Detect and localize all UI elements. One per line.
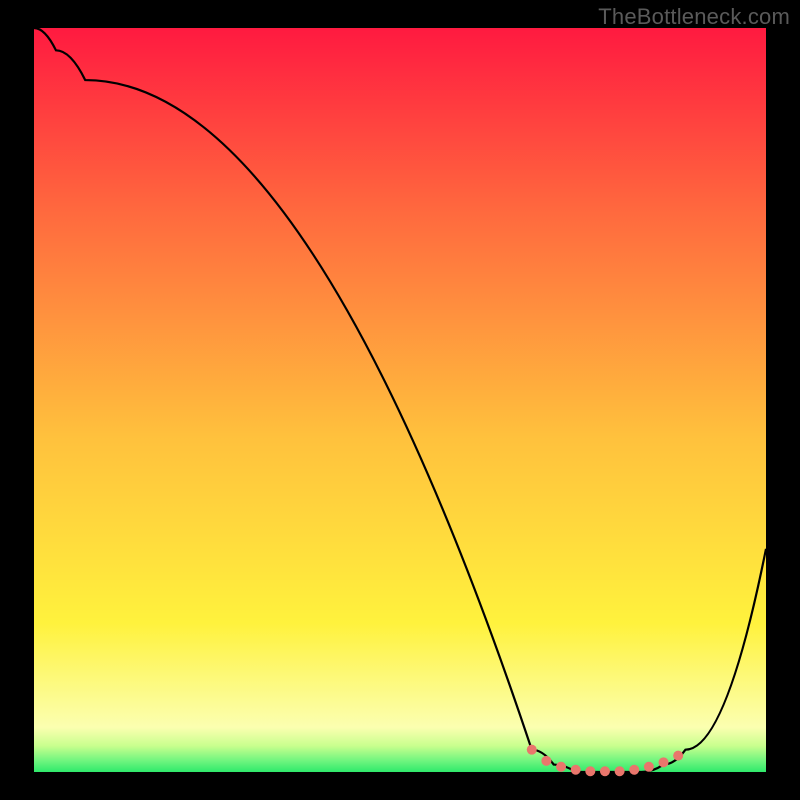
optimal-marker	[541, 756, 551, 766]
optimal-marker	[585, 766, 595, 776]
optimal-marker	[556, 762, 566, 772]
chart-frame: TheBottleneck.com	[0, 0, 800, 800]
optimal-marker	[615, 766, 625, 776]
optimal-marker	[659, 757, 669, 767]
optimal-marker	[527, 745, 537, 755]
watermark-text: TheBottleneck.com	[598, 4, 790, 30]
bottleneck-plot	[0, 0, 800, 800]
optimal-marker	[673, 751, 683, 761]
plot-background	[34, 28, 766, 772]
optimal-marker	[629, 765, 639, 775]
optimal-marker	[600, 766, 610, 776]
optimal-marker	[571, 765, 581, 775]
optimal-marker	[644, 762, 654, 772]
